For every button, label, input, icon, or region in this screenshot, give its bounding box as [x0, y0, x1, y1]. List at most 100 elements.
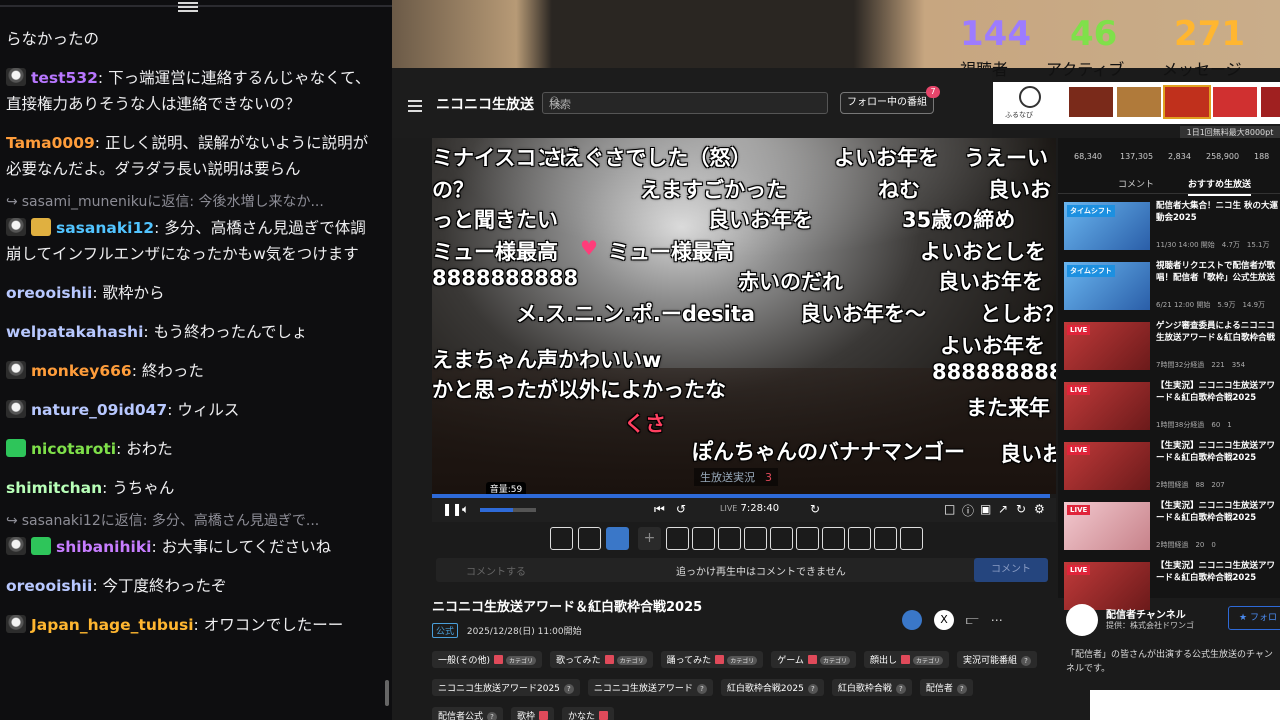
emote-slot[interactable]: [874, 527, 897, 550]
emote-slot[interactable]: [900, 527, 923, 550]
chat-username[interactable]: test532: [31, 69, 98, 87]
comment-toggle-icon[interactable]: □: [944, 502, 955, 516]
gift-icon[interactable]: [550, 527, 573, 550]
colon: :: [131, 362, 142, 380]
recommend-item[interactable]: LIVE 【生実況】ニコニコ生放送アワード＆紅白歌枠合戦2025 2時間経過 88 …: [1064, 438, 1278, 494]
tag[interactable]: 配信者公式?: [432, 707, 504, 720]
help-icon[interactable]: ?: [696, 684, 707, 694]
help-icon[interactable]: ?: [956, 684, 967, 694]
cracker-icon[interactable]: [578, 527, 601, 550]
chat-username[interactable]: welpatakahashi: [6, 323, 143, 341]
tag[interactable]: ニコニコ生放送アワード?: [587, 679, 713, 696]
chat-username[interactable]: oreooishii: [6, 577, 92, 595]
tag[interactable]: 歌枠: [511, 707, 555, 720]
ad-thumb-5: [1261, 87, 1280, 117]
recommend-item[interactable]: タイムシフト 配信者大集合！ニコ生 秋の大運動会2025 11/30 14:00 開…: [1064, 198, 1278, 254]
tag[interactable]: 紅白歌枠合戦2025?: [720, 679, 824, 696]
reply-arrow-icon: ↪: [6, 194, 18, 210]
chat-username[interactable]: nicotaroti: [31, 440, 116, 458]
channel-avatar[interactable]: [1066, 604, 1098, 636]
tag[interactable]: 一般(その他) カテゴリ: [432, 651, 543, 668]
danmaku-comment: の？: [432, 178, 474, 202]
chat-username[interactable]: sasanaki12: [56, 219, 154, 237]
emote-slot[interactable]: [744, 527, 767, 550]
tag[interactable]: 顔出し カテゴリ: [863, 651, 949, 668]
emote-slot[interactable]: [770, 527, 793, 550]
help-icon[interactable]: ?: [563, 684, 574, 694]
pause-icon[interactable]: ❚❚: [442, 502, 462, 516]
x-share-icon[interactable]: X: [934, 610, 954, 630]
search-input[interactable]: 検索 🔍︎: [542, 92, 828, 114]
rewind-icon[interactable]: ↺: [676, 502, 686, 516]
reload-icon[interactable]: ↻: [1016, 502, 1026, 516]
tab-recommended[interactable]: おすすめ生放送: [1188, 177, 1252, 196]
recommend-title: 視聴者リクエストで配信者が歌唱！配信者「歌枠」公式生放送2025夏: [1156, 261, 1276, 283]
video-player[interactable]: ミナイスコンビ さえぐさでした（怒） よいお年を うえーい の？ えますごかった ねむ 良いお…: [432, 138, 1056, 494]
tag[interactable]: ゲーム カテゴリ: [771, 651, 856, 668]
theater-icon[interactable]: ▣: [980, 502, 991, 516]
add-emote-icon[interactable]: +: [638, 527, 661, 550]
recommend-item[interactable]: LIVE 【生実況】ニコニコ生放送アワード＆紅白歌枠合戦2025 1時間38分経過 …: [1064, 378, 1278, 434]
emote-slot[interactable]: [718, 527, 741, 550]
tag[interactable]: ニコニコ生放送アワード2025?: [432, 679, 580, 696]
chat-text: 終わった: [141, 362, 204, 380]
more-icon[interactable]: ⋯: [991, 613, 1003, 627]
reply-context[interactable]: ↪ sasanaki12に返信: 多分、高橋さん見過ぎで...: [6, 510, 380, 532]
chat-username[interactable]: oreooishii: [6, 284, 92, 302]
channel-name[interactable]: 配信者チャンネル: [1106, 606, 1186, 621]
recommend-item[interactable]: タイムシフト 視聴者リクエストで配信者が歌唱！配信者「歌枠」公式生放送2025夏 6…: [1064, 258, 1278, 314]
channel-follow-button[interactable]: ★ フォロ: [1228, 606, 1280, 630]
recommend-meta: 1時間38分経過 60 1: [1156, 421, 1232, 429]
fullscreen-icon[interactable]: ↗: [998, 502, 1008, 516]
forward-icon[interactable]: ↻: [810, 502, 820, 516]
danmaku-comment: 良いお: [988, 178, 1051, 202]
help-icon[interactable]: ?: [807, 684, 818, 694]
chat-username[interactable]: Tama0009: [6, 134, 95, 152]
volume-slider[interactable]: [480, 508, 536, 512]
emote-slot[interactable]: [848, 527, 871, 550]
clock-icon[interactable]: [902, 610, 922, 630]
tag[interactable]: 実況可能番組?: [956, 651, 1037, 668]
chat-username[interactable]: shimitchan: [6, 479, 102, 497]
follow-programs-button[interactable]: フォロー中の番組: [840, 92, 934, 114]
comment-send-button[interactable]: コメント: [974, 558, 1048, 582]
live-commentary-overlay[interactable]: 生放送実況 3: [694, 468, 778, 486]
site-logo[interactable]: ニコニコ生放送: [436, 94, 534, 114]
tag[interactable]: 配信者?: [919, 679, 973, 696]
info-icon[interactable]: ⓘ: [962, 502, 974, 519]
settings-icon[interactable]: ⚙︎: [1034, 502, 1045, 516]
search-icon[interactable]: 🔍︎: [549, 96, 821, 109]
time-display: 7:28:40: [740, 503, 780, 514]
cat-badge-icon: [6, 537, 26, 555]
skip-back-icon[interactable]: ⏮︎: [654, 502, 665, 517]
help-icon[interactable]: ?: [1021, 656, 1031, 666]
comment-input[interactable]: コメントする: [466, 563, 526, 578]
hamburger-menu-icon[interactable]: [408, 100, 422, 115]
volume-icon[interactable]: 🔈︎: [462, 502, 469, 517]
emote-slot[interactable]: [796, 527, 819, 550]
reply-context[interactable]: ↪ sasami_munenikuに返信: 今後水増し来なか...: [6, 191, 380, 213]
danmaku-comment: よいお年を: [940, 334, 1045, 358]
tag[interactable]: 紅白歌枠合戦?: [831, 679, 912, 696]
chat-username[interactable]: nature_09id047: [31, 401, 167, 419]
ad-banner[interactable]: ふるなび: [993, 82, 1280, 124]
help-icon[interactable]: ?: [895, 684, 906, 694]
share-icon[interactable]: ⫍: [966, 613, 979, 628]
help-icon[interactable]: ?: [487, 712, 498, 720]
chat-username[interactable]: monkey666: [31, 362, 132, 380]
tag[interactable]: かなた: [562, 707, 615, 720]
tag[interactable]: 歌ってみた カテゴリ: [550, 651, 653, 668]
recommend-thumbnail: LIVE: [1064, 382, 1150, 430]
emote-slot[interactable]: [692, 527, 715, 550]
emote-slot[interactable]: [666, 527, 689, 550]
emote-slot[interactable]: [822, 527, 845, 550]
recommend-item[interactable]: LIVE 【生実況】ニコニコ生放送アワード＆紅白歌枠合戦2025 2時間経過 20 …: [1064, 498, 1278, 554]
tab-comment[interactable]: コメント: [1118, 177, 1154, 190]
stamp-icon[interactable]: [606, 527, 629, 550]
chat-username[interactable]: Japan_hage_tubusi: [31, 616, 194, 634]
chat-scrollbar[interactable]: [385, 680, 389, 706]
chat-username[interactable]: shibanihiki: [56, 538, 151, 556]
chat-menu-icon[interactable]: [176, 0, 200, 14]
tag[interactable]: 踊ってみた カテゴリ: [660, 651, 764, 668]
recommend-item[interactable]: LIVE ゲンジ審査委員によるニコニコ生放送アワード＆紅白歌枠合戦2025 7時間3…: [1064, 318, 1278, 374]
